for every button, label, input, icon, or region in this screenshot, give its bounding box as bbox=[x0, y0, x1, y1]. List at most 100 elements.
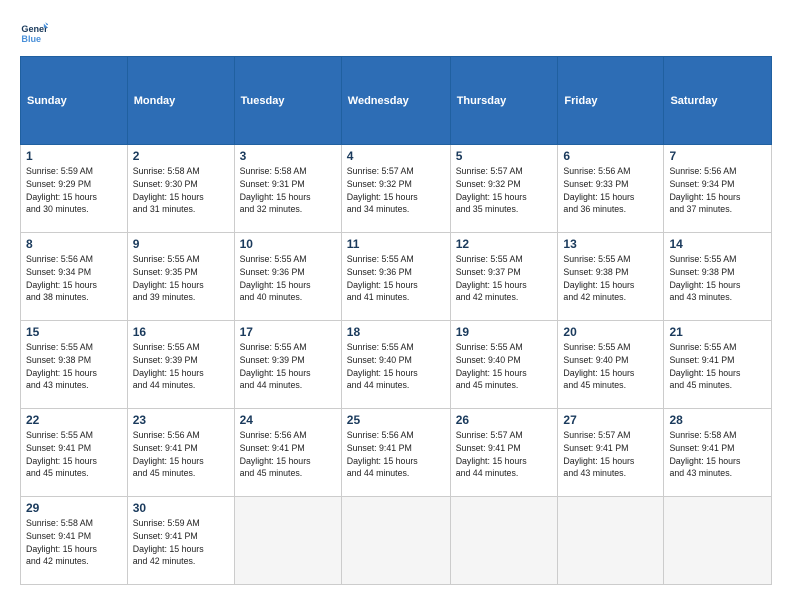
day-number: 20 bbox=[563, 325, 658, 339]
calendar-cell: 23Sunrise: 5:56 AM Sunset: 9:41 PM Dayli… bbox=[127, 409, 234, 497]
calendar-cell bbox=[450, 497, 558, 585]
day-number: 4 bbox=[347, 149, 445, 163]
calendar-cell bbox=[234, 497, 341, 585]
logo-icon: General Blue bbox=[20, 18, 48, 46]
day-info: Sunrise: 5:55 AM Sunset: 9:37 PM Dayligh… bbox=[456, 253, 553, 304]
day-info: Sunrise: 5:56 AM Sunset: 9:34 PM Dayligh… bbox=[26, 253, 122, 304]
day-number: 29 bbox=[26, 501, 122, 515]
calendar-cell: 8 Sunrise: 5:56 AM Sunset: 9:34 PM Daylig… bbox=[21, 233, 128, 321]
calendar-cell: 10Sunrise: 5:55 AM Sunset: 9:36 PM Dayli… bbox=[234, 233, 341, 321]
day-info: Sunrise: 5:55 AM Sunset: 9:41 PM Dayligh… bbox=[669, 341, 766, 392]
calendar-cell: 22 Sunrise: 5:55 AM Sunset: 9:41 PM Dayli… bbox=[21, 409, 128, 497]
day-number: 23 bbox=[133, 413, 229, 427]
col-tuesday: Tuesday bbox=[234, 57, 341, 145]
logo: General Blue bbox=[20, 18, 54, 46]
day-number: 6 bbox=[563, 149, 658, 163]
day-info: Sunrise: 5:56 AM Sunset: 9:41 PM Dayligh… bbox=[240, 429, 336, 480]
page: General Blue Sunday Monday Tuesday Wedne… bbox=[0, 0, 792, 612]
day-number: 26 bbox=[456, 413, 553, 427]
svg-text:Blue: Blue bbox=[21, 34, 41, 44]
col-friday: Friday bbox=[558, 57, 664, 145]
day-number: 15 bbox=[26, 325, 122, 339]
day-info: Sunrise: 5:55 AM Sunset: 9:38 PM Dayligh… bbox=[669, 253, 766, 304]
calendar-cell: 20 Sunrise: 5:55 AM Sunset: 9:40 PM Dayli… bbox=[558, 321, 664, 409]
calendar-cell bbox=[341, 497, 450, 585]
calendar-cell: 30 Sunrise: 5:59 AM Sunset: 9:41 PM Dayli… bbox=[127, 497, 234, 585]
day-number: 9 bbox=[133, 237, 229, 251]
day-number: 17 bbox=[240, 325, 336, 339]
day-info: Sunrise: 5:57 AM Sunset: 9:32 PM Dayligh… bbox=[347, 165, 445, 216]
calendar-cell bbox=[664, 497, 772, 585]
col-thursday: Thursday bbox=[450, 57, 558, 145]
day-number: 10 bbox=[240, 237, 336, 251]
day-number: 27 bbox=[563, 413, 658, 427]
day-info: Sunrise: 5:58 AM Sunset: 9:41 PM Dayligh… bbox=[26, 517, 122, 568]
calendar-cell: 13 Sunrise: 5:55 AM Sunset: 9:38 PM Dayli… bbox=[558, 233, 664, 321]
calendar-cell: 14 Sunrise: 5:55 AM Sunset: 9:38 PM Dayli… bbox=[664, 233, 772, 321]
calendar-table: Sunday Monday Tuesday Wednesday Thursday… bbox=[20, 56, 772, 585]
day-info: Sunrise: 5:55 AM Sunset: 9:40 PM Dayligh… bbox=[563, 341, 658, 392]
day-number: 14 bbox=[669, 237, 766, 251]
calendar-cell: 4 Sunrise: 5:57 AM Sunset: 9:32 PM Daylig… bbox=[341, 145, 450, 233]
day-info: Sunrise: 5:59 AM Sunset: 9:41 PM Dayligh… bbox=[133, 517, 229, 568]
day-info: Sunrise: 5:55 AM Sunset: 9:38 PM Dayligh… bbox=[563, 253, 658, 304]
calendar-cell: 3 Sunrise: 5:58 AM Sunset: 9:31 PM Daylig… bbox=[234, 145, 341, 233]
day-number: 3 bbox=[240, 149, 336, 163]
day-info: Sunrise: 5:55 AM Sunset: 9:35 PM Dayligh… bbox=[133, 253, 229, 304]
calendar-cell: 17 Sunrise: 5:55 AM Sunset: 9:39 PM Dayli… bbox=[234, 321, 341, 409]
calendar-cell: 27 Sunrise: 5:57 AM Sunset: 9:41 PM Dayli… bbox=[558, 409, 664, 497]
day-number: 30 bbox=[133, 501, 229, 515]
calendar-cell: 9 Sunrise: 5:55 AM Sunset: 9:35 PM Daylig… bbox=[127, 233, 234, 321]
day-info: Sunrise: 5:57 AM Sunset: 9:41 PM Dayligh… bbox=[456, 429, 553, 480]
day-info: Sunrise: 5:57 AM Sunset: 9:32 PM Dayligh… bbox=[456, 165, 553, 216]
col-saturday: Saturday bbox=[664, 57, 772, 145]
day-number: 28 bbox=[669, 413, 766, 427]
calendar-cell: 12 Sunrise: 5:55 AM Sunset: 9:37 PM Dayli… bbox=[450, 233, 558, 321]
day-info: Sunrise: 5:55 AM Sunset: 9:36 PM Dayligh… bbox=[347, 253, 445, 304]
calendar-cell: 21 Sunrise: 5:55 AM Sunset: 9:41 PM Dayli… bbox=[664, 321, 772, 409]
day-info: Sunrise: 5:56 AM Sunset: 9:34 PM Dayligh… bbox=[669, 165, 766, 216]
calendar-cell: 26 Sunrise: 5:57 AM Sunset: 9:41 PM Dayli… bbox=[450, 409, 558, 497]
day-info: Sunrise: 5:55 AM Sunset: 9:40 PM Dayligh… bbox=[347, 341, 445, 392]
day-number: 19 bbox=[456, 325, 553, 339]
day-info: Sunrise: 5:55 AM Sunset: 9:41 PM Dayligh… bbox=[26, 429, 122, 480]
day-info: Sunrise: 5:56 AM Sunset: 9:33 PM Dayligh… bbox=[563, 165, 658, 216]
day-number: 2 bbox=[133, 149, 229, 163]
calendar-cell bbox=[558, 497, 664, 585]
header: General Blue bbox=[20, 18, 772, 46]
day-info: Sunrise: 5:55 AM Sunset: 9:38 PM Dayligh… bbox=[26, 341, 122, 392]
calendar-cell: 7 Sunrise: 5:56 AM Sunset: 9:34 PM Daylig… bbox=[664, 145, 772, 233]
col-sunday: Sunday bbox=[21, 57, 128, 145]
day-number: 7 bbox=[669, 149, 766, 163]
day-info: Sunrise: 5:55 AM Sunset: 9:39 PM Dayligh… bbox=[240, 341, 336, 392]
calendar-cell: 6 Sunrise: 5:56 AM Sunset: 9:33 PM Daylig… bbox=[558, 145, 664, 233]
calendar-cell: 11 Sunrise: 5:55 AM Sunset: 9:36 PM Dayli… bbox=[341, 233, 450, 321]
day-number: 18 bbox=[347, 325, 445, 339]
day-info: Sunrise: 5:58 AM Sunset: 9:41 PM Dayligh… bbox=[669, 429, 766, 480]
day-info: Sunrise: 5:55 AM Sunset: 9:39 PM Dayligh… bbox=[133, 341, 229, 392]
calendar-cell: 2 Sunrise: 5:58 AM Sunset: 9:30 PM Daylig… bbox=[127, 145, 234, 233]
day-number: 1 bbox=[26, 149, 122, 163]
calendar-cell: 1 Sunrise: 5:59 AM Sunset: 9:29 PM Daylig… bbox=[21, 145, 128, 233]
day-number: 25 bbox=[347, 413, 445, 427]
col-wednesday: Wednesday bbox=[341, 57, 450, 145]
calendar-cell: 19Sunrise: 5:55 AM Sunset: 9:40 PM Dayli… bbox=[450, 321, 558, 409]
calendar-cell: 29 Sunrise: 5:58 AM Sunset: 9:41 PM Dayli… bbox=[21, 497, 128, 585]
day-number: 22 bbox=[26, 413, 122, 427]
calendar-cell: 16Sunrise: 5:55 AM Sunset: 9:39 PM Dayli… bbox=[127, 321, 234, 409]
day-number: 13 bbox=[563, 237, 658, 251]
calendar-cell: 5 Sunrise: 5:57 AM Sunset: 9:32 PM Daylig… bbox=[450, 145, 558, 233]
day-number: 12 bbox=[456, 237, 553, 251]
calendar-cell: 15 Sunrise: 5:55 AM Sunset: 9:38 PM Dayli… bbox=[21, 321, 128, 409]
day-info: Sunrise: 5:58 AM Sunset: 9:31 PM Dayligh… bbox=[240, 165, 336, 216]
calendar-cell: 24Sunrise: 5:56 AM Sunset: 9:41 PM Dayli… bbox=[234, 409, 341, 497]
col-monday: Monday bbox=[127, 57, 234, 145]
day-number: 11 bbox=[347, 237, 445, 251]
day-number: 5 bbox=[456, 149, 553, 163]
day-info: Sunrise: 5:57 AM Sunset: 9:41 PM Dayligh… bbox=[563, 429, 658, 480]
calendar-cell: 18 Sunrise: 5:55 AM Sunset: 9:40 PM Dayli… bbox=[341, 321, 450, 409]
day-info: Sunrise: 5:59 AM Sunset: 9:29 PM Dayligh… bbox=[26, 165, 122, 216]
day-number: 8 bbox=[26, 237, 122, 251]
day-info: Sunrise: 5:58 AM Sunset: 9:30 PM Dayligh… bbox=[133, 165, 229, 216]
day-number: 21 bbox=[669, 325, 766, 339]
